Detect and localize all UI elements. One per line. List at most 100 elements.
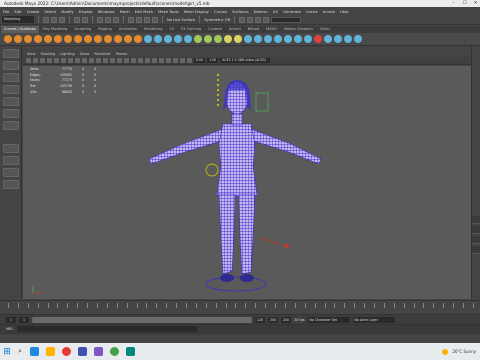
field-chart-icon[interactable] <box>82 58 87 63</box>
shelf-tool-icon[interactable] <box>254 35 262 43</box>
taskbar-app-photos[interactable] <box>74 343 90 360</box>
hypershade-icon[interactable] <box>263 16 270 23</box>
shelf-tool-icon[interactable] <box>334 35 342 43</box>
panel-menu-lighting[interactable]: Lighting <box>60 52 75 56</box>
shelf-tool-icon[interactable] <box>24 35 32 43</box>
windows-start-icon[interactable]: ⊞ <box>0 343 14 360</box>
character-set-dropdown[interactable]: No Character Set <box>307 316 350 323</box>
use-all-lights-icon[interactable] <box>131 58 136 63</box>
range-slider-bar[interactable] <box>32 316 252 323</box>
menu-mesh[interactable]: Mesh <box>120 9 130 14</box>
menu-modify[interactable]: Modify <box>61 9 74 14</box>
menu-edit-mesh[interactable]: Edit Mesh <box>135 9 154 14</box>
lasso-tool-icon[interactable] <box>2 61 19 70</box>
menu-edit[interactable]: Edit <box>14 9 21 14</box>
shelf-tab-curves-surfaces[interactable]: Curves / Surfaces <box>1 26 39 33</box>
colorspace-dropdown[interactable]: ACES 1.0 SDR-video (ACES) <box>220 58 271 63</box>
panel-menu-show[interactable]: Show <box>80 52 90 56</box>
time-slider[interactable] <box>0 300 480 314</box>
snap-point-icon[interactable] <box>144 16 150 23</box>
last-tool-icon[interactable] <box>2 121 19 130</box>
menu-create[interactable]: Create <box>27 9 40 14</box>
motion-blur-icon[interactable] <box>152 58 157 63</box>
snap-curve-icon[interactable] <box>136 16 142 23</box>
redo-icon[interactable] <box>82 16 88 23</box>
panel-menu-panels[interactable]: Panels <box>116 52 128 56</box>
menu-display[interactable]: Display <box>79 9 93 14</box>
shelf-tool-icon[interactable] <box>154 35 162 43</box>
backface-culling-icon[interactable] <box>187 58 192 63</box>
anti-aliasing-icon[interactable] <box>159 58 164 63</box>
menu-file[interactable]: File <box>3 9 9 14</box>
shelf-tab-fx-caching[interactable]: FX Caching <box>178 26 204 33</box>
menu-windows[interactable]: Windows <box>98 9 115 14</box>
grid-icon[interactable] <box>54 58 59 63</box>
channel-box-tab[interactable] <box>472 216 480 224</box>
shelf-tool-icon[interactable] <box>324 35 332 43</box>
shelf-tool-icon[interactable] <box>114 35 122 43</box>
shelf-tool-icon[interactable] <box>304 35 312 43</box>
shelf-tool-icon[interactable] <box>224 35 232 43</box>
snap-surface-icon[interactable] <box>152 16 158 23</box>
shelf-tab-mash[interactable]: MASH <box>263 26 280 33</box>
select-object-icon[interactable] <box>105 16 111 23</box>
ipr-render-icon[interactable] <box>247 16 254 23</box>
x-ray-icon[interactable] <box>173 58 178 63</box>
shelf-tool-icon[interactable] <box>244 35 252 43</box>
shelf-tool-icon[interactable] <box>134 35 142 43</box>
two-view-layout-icon[interactable] <box>2 168 19 177</box>
character-wireframe-model[interactable] <box>23 66 471 299</box>
render-frame-icon[interactable] <box>239 16 246 23</box>
modeling-toolkit-tab[interactable] <box>472 246 480 254</box>
shelf-tab-sculpting[interactable]: Sculpting <box>71 26 94 33</box>
shelf-tab-motion-graphics[interactable]: Motion Graphics <box>281 26 316 33</box>
shelf-tool-icon[interactable] <box>84 35 92 43</box>
shelf-tool-icon[interactable] <box>54 35 62 43</box>
smooth-shade-icon[interactable] <box>110 58 115 63</box>
taskbar-app-files[interactable] <box>42 343 58 360</box>
select-hierarchy-icon[interactable] <box>97 16 103 23</box>
far-clip-field[interactable]: 1.00 <box>207 58 219 63</box>
search-icon[interactable]: ⌕ <box>14 343 26 360</box>
rotate-tool-icon[interactable] <box>2 97 19 106</box>
playback-start-field[interactable]: 1 <box>19 316 29 323</box>
x-ray-joints-icon[interactable] <box>180 58 185 63</box>
panel-menu-view[interactable]: View <box>27 52 36 56</box>
safe-title-icon[interactable] <box>96 58 101 63</box>
select-camera-icon[interactable] <box>26 58 31 63</box>
snap-grid-icon[interactable] <box>128 16 134 23</box>
textured-icon[interactable] <box>124 58 129 63</box>
shelf-tool-icon[interactable] <box>354 35 362 43</box>
menu-deform[interactable]: Deform <box>254 9 268 14</box>
shadows-icon[interactable] <box>138 58 143 63</box>
shelf-tool-icon[interactable] <box>14 35 22 43</box>
shelf-tool-icon[interactable] <box>144 35 152 43</box>
taskbar-app-media[interactable] <box>90 343 106 360</box>
wireframe-on-shaded-icon[interactable] <box>117 58 122 63</box>
shelf-tool-icon[interactable] <box>284 35 292 43</box>
new-scene-icon[interactable] <box>43 16 49 23</box>
ambient-occlusion-icon[interactable] <box>145 58 150 63</box>
shelf-tab-poly-modeling[interactable]: Poly Modeling <box>40 26 71 33</box>
wireframe-icon[interactable] <box>103 58 108 63</box>
scale-tool-icon[interactable] <box>2 109 19 118</box>
shelf-tool-icon[interactable] <box>4 35 12 43</box>
save-scene-icon[interactable] <box>59 16 65 23</box>
shelf-tab-fx[interactable]: FX <box>167 26 178 33</box>
menu-arnold[interactable]: Arnold <box>323 9 335 14</box>
menu-cache[interactable]: Cache <box>306 9 318 14</box>
command-search-field[interactable] <box>271 16 302 23</box>
open-scene-icon[interactable] <box>51 16 57 23</box>
render-settings-icon[interactable] <box>255 16 262 23</box>
shelf-tool-icon[interactable] <box>234 35 242 43</box>
shelf-tool-icon[interactable] <box>214 35 222 43</box>
shelf-tab-rigging[interactable]: Rigging <box>95 26 115 33</box>
command-language-label[interactable]: MEL <box>6 327 13 331</box>
menu-set-dropdown[interactable]: Modeling <box>2 16 34 23</box>
menu-generate[interactable]: Generate <box>283 9 301 14</box>
shelf-tool-icon[interactable] <box>44 35 52 43</box>
shelf-tab-xgen[interactable]: XGen <box>317 26 333 33</box>
panel-menu-renderer[interactable]: Renderer <box>94 52 110 56</box>
range-start-field[interactable]: 1 <box>6 316 16 323</box>
menu-surfaces[interactable]: Surfaces <box>232 9 248 14</box>
